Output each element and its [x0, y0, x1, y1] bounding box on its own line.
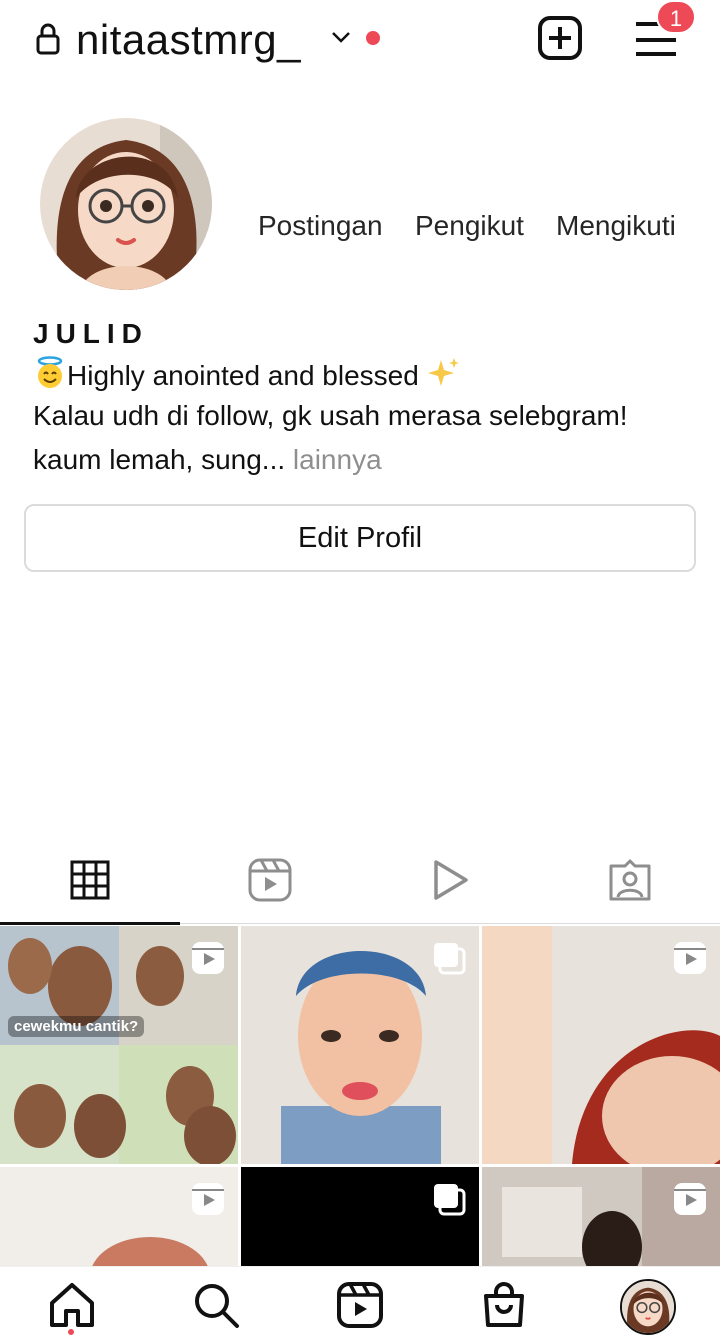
reel-badge-icon: [674, 942, 706, 974]
carousel-badge-icon: [434, 1184, 466, 1216]
grid-post-5[interactable]: [241, 1167, 479, 1266]
bio-text-1: Highly anointed and blessed: [67, 360, 419, 391]
chevron-down-icon[interactable]: [330, 27, 352, 47]
video-icon: [434, 860, 468, 900]
stat-following-label[interactable]: Mengikuti: [556, 210, 676, 242]
home-activity-dot: [68, 1329, 74, 1335]
reel-badge-icon: [192, 942, 224, 974]
bottom-navigation: [0, 1266, 720, 1340]
post-caption-overlay: cewekmu cantik?: [8, 1016, 145, 1037]
grid-post-4[interactable]: [0, 1167, 238, 1266]
profile-stats: Postingan Pengikut Mengikuti: [0, 210, 720, 250]
reels-icon: [248, 858, 292, 902]
lock-icon: [36, 23, 60, 55]
profile-avatar[interactable]: [40, 118, 212, 290]
new-post-icon[interactable]: [536, 14, 584, 62]
notification-badge: 1: [656, 0, 696, 34]
reel-badge-icon: [674, 1183, 706, 1215]
reels-icon[interactable]: [336, 1281, 384, 1329]
top-bar: nitaastmrg_ 1: [0, 0, 720, 84]
tagged-icon: [609, 859, 651, 901]
bio-more-link[interactable]: lainnya: [293, 444, 382, 475]
home-icon[interactable]: [48, 1281, 96, 1329]
account-switch-dot: [366, 31, 380, 45]
tab-tagged[interactable]: [540, 836, 720, 924]
stat-posts-label[interactable]: Postingan: [258, 210, 383, 242]
grid-post-3[interactable]: [482, 926, 720, 1164]
posts-grid: cewekmu cantik?: [0, 926, 720, 1266]
stat-followers-label[interactable]: Pengikut: [415, 210, 524, 242]
tab-posts[interactable]: [0, 836, 180, 925]
angel-smile-icon: [37, 356, 63, 388]
display-name: JULID: [33, 318, 149, 349]
reel-badge-icon: [192, 1183, 224, 1215]
bio-line-3: kaum lemah, sung... lainnya: [33, 444, 382, 476]
sparkles-icon: [427, 358, 459, 386]
bio-line-1: Highly anointed and blessed: [33, 356, 461, 392]
edit-profile-button[interactable]: Edit Profil: [24, 504, 696, 572]
grid-post-1[interactable]: cewekmu cantik?: [0, 926, 238, 1164]
profile-tab-avatar[interactable]: [620, 1279, 676, 1335]
posts-grid-icon: [70, 860, 110, 900]
shop-icon[interactable]: [480, 1281, 528, 1329]
bio-line-2: Kalau udh di follow, gk usah merasa sele…: [33, 400, 628, 431]
bio-text-3: kaum lemah, sung...: [33, 444, 286, 475]
avatar-illustration: [622, 1281, 674, 1333]
account-username[interactable]: nitaastmrg_: [76, 14, 301, 66]
search-icon[interactable]: [192, 1281, 240, 1329]
tab-reels[interactable]: [180, 836, 360, 924]
profile-tabs: [0, 836, 720, 925]
carousel-badge-icon: [434, 943, 466, 975]
grid-post-2[interactable]: [241, 926, 479, 1164]
tab-videos[interactable]: [360, 836, 540, 924]
avatar-illustration: [40, 118, 212, 290]
grid-post-6[interactable]: [482, 1167, 720, 1266]
